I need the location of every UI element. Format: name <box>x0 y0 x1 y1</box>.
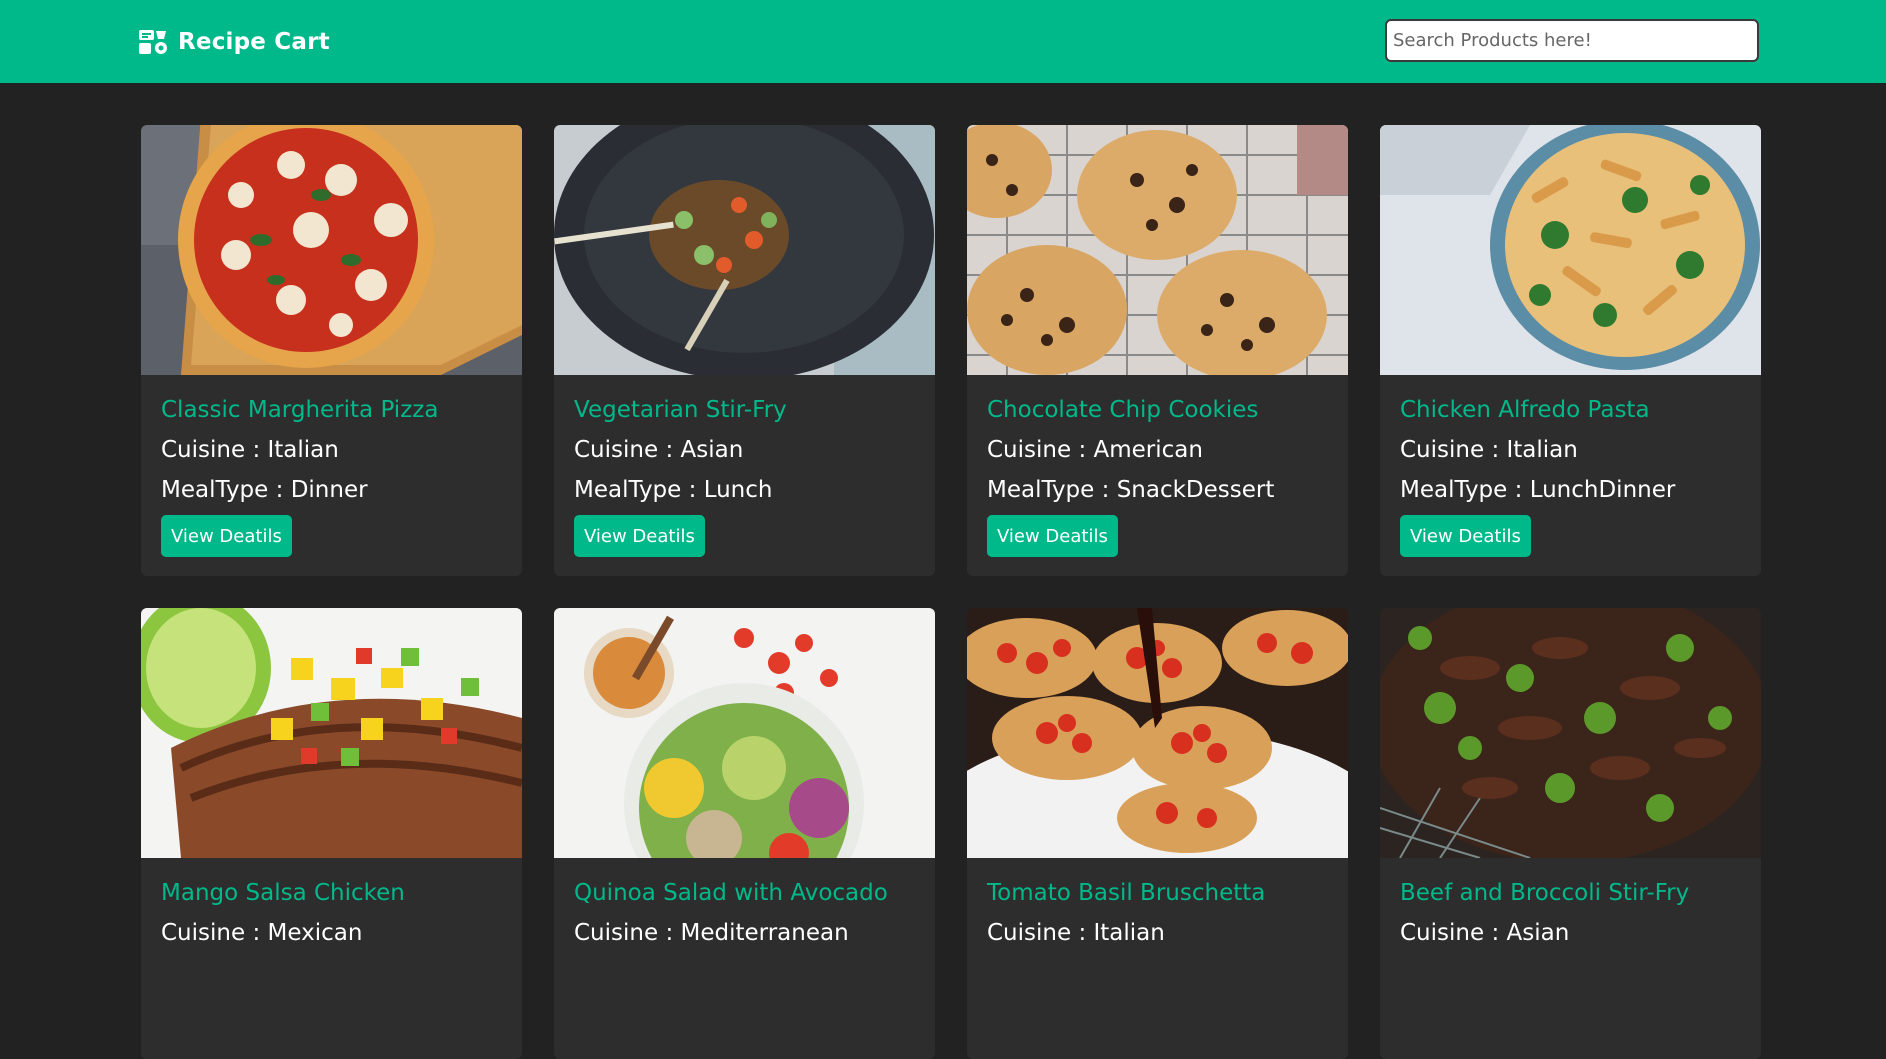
mango-chicken-image <box>141 608 522 858</box>
mealtype-label: MealType : <box>574 477 704 503</box>
quinoa-salad-image <box>554 608 935 858</box>
recipe-title: Vegetarian Stir-Fry <box>574 397 787 423</box>
recipe-title: Tomato Basil Bruschetta <box>987 880 1266 906</box>
cuisine-label: Cuisine : <box>574 920 681 946</box>
recipe-cuisine: Cuisine : Italian <box>1400 435 1741 465</box>
card-body: Mango Salsa Chicken Cuisine : Mexican <box>141 858 522 948</box>
cuisine-label: Cuisine : <box>987 437 1094 463</box>
view-details-button[interactable]: View Deatils <box>574 515 705 557</box>
recipe-title: Chicken Alfredo Pasta <box>1400 397 1650 423</box>
cuisine-value: Mediterranean <box>680 920 849 946</box>
recipe-cart-icon <box>139 30 167 54</box>
recipe-card: Quinoa Salad with Avocado Cuisine : Medi… <box>554 608 935 1059</box>
card-body: Tomato Basil Bruschetta Cuisine : Italia… <box>967 858 1348 948</box>
card-body: Quinoa Salad with Avocado Cuisine : Medi… <box>554 858 935 948</box>
stir-fry-image <box>554 125 935 375</box>
cuisine-label: Cuisine : <box>161 437 268 463</box>
recipe-card: Beef and Broccoli Stir-Fry Cuisine : Asi… <box>1380 608 1761 1059</box>
mealtype-value: Dinner <box>290 477 368 503</box>
recipe-mealtype: MealType : Dinner <box>161 475 502 505</box>
mealtype-label: MealType : <box>161 477 291 503</box>
bruschetta-image <box>967 608 1348 858</box>
recipe-title: Beef and Broccoli Stir-Fry <box>1400 880 1690 906</box>
cookies-image <box>967 125 1348 375</box>
card-body: Vegetarian Stir-Fry Cuisine : Asian Meal… <box>554 375 935 557</box>
cuisine-value: Italian <box>267 437 339 463</box>
card-body: Chocolate Chip Cookies Cuisine : America… <box>967 375 1348 557</box>
recipe-title: Chocolate Chip Cookies <box>987 397 1259 423</box>
recipe-mealtype: MealType : SnackDessert <box>987 475 1328 505</box>
mealtype-label: MealType : <box>987 477 1117 503</box>
recipe-card: Classic Margherita Pizza Cuisine : Itali… <box>141 125 522 576</box>
top-navbar: Recipe Cart <box>0 0 1886 83</box>
cuisine-label: Cuisine : <box>1400 437 1507 463</box>
search-input[interactable] <box>1385 19 1759 62</box>
recipe-card: Chicken Alfredo Pasta Cuisine : Italian … <box>1380 125 1761 576</box>
view-details-button[interactable]: View Deatils <box>987 515 1118 557</box>
brand-title: Recipe Cart <box>178 29 330 55</box>
view-details-button[interactable]: View Deatils <box>1400 515 1531 557</box>
brand-link[interactable]: Recipe Cart <box>138 26 330 58</box>
cuisine-label: Cuisine : <box>161 920 268 946</box>
beef-broccoli-image <box>1380 608 1761 858</box>
recipe-grid: Classic Margherita Pizza Cuisine : Itali… <box>141 125 1761 1059</box>
mealtype-label: MealType : <box>1400 477 1530 503</box>
cuisine-label: Cuisine : <box>987 920 1094 946</box>
recipe-card: Tomato Basil Bruschetta Cuisine : Italia… <box>967 608 1348 1059</box>
view-details-button[interactable]: View Deatils <box>161 515 292 557</box>
recipe-cuisine: Cuisine : Mediterranean <box>574 918 915 948</box>
recipe-title: Quinoa Salad with Avocado <box>574 880 888 906</box>
recipe-cuisine: Cuisine : Asian <box>1400 918 1741 948</box>
cuisine-value: Asian <box>1506 920 1570 946</box>
mealtype-value: SnackDessert <box>1116 477 1275 503</box>
pasta-image <box>1380 125 1761 375</box>
recipe-cuisine: Cuisine : American <box>987 435 1328 465</box>
cuisine-value: Asian <box>680 437 744 463</box>
cuisine-label: Cuisine : <box>574 437 681 463</box>
recipe-mealtype: MealType : Lunch <box>574 475 915 505</box>
recipe-mealtype: MealType : LunchDinner <box>1400 475 1741 505</box>
recipe-card: Mango Salsa Chicken Cuisine : Mexican <box>141 608 522 1059</box>
cuisine-value: Italian <box>1093 920 1165 946</box>
card-body: Classic Margherita Pizza Cuisine : Itali… <box>141 375 522 557</box>
pizza-image <box>141 125 522 375</box>
card-body: Beef and Broccoli Stir-Fry Cuisine : Asi… <box>1380 858 1761 948</box>
recipe-cuisine: Cuisine : Italian <box>161 435 502 465</box>
recipe-title: Classic Margherita Pizza <box>161 397 439 423</box>
recipe-cuisine: Cuisine : Italian <box>987 918 1328 948</box>
cuisine-value: Mexican <box>267 920 363 946</box>
recipe-card: Vegetarian Stir-Fry Cuisine : Asian Meal… <box>554 125 935 576</box>
mealtype-value: LunchDinner <box>1529 477 1676 503</box>
recipe-title: Mango Salsa Chicken <box>161 880 405 906</box>
recipe-cuisine: Cuisine : Asian <box>574 435 915 465</box>
mealtype-value: Lunch <box>703 477 773 503</box>
cuisine-label: Cuisine : <box>1400 920 1507 946</box>
card-body: Chicken Alfredo Pasta Cuisine : Italian … <box>1380 375 1761 557</box>
cuisine-value: American <box>1093 437 1203 463</box>
recipe-card: Chocolate Chip Cookies Cuisine : America… <box>967 125 1348 576</box>
cuisine-value: Italian <box>1506 437 1578 463</box>
recipe-cuisine: Cuisine : Mexican <box>161 918 502 948</box>
